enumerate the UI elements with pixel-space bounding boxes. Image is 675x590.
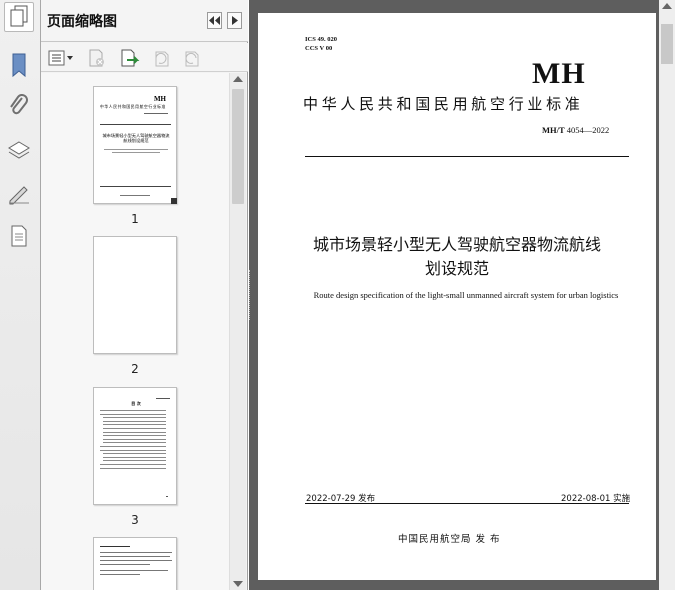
ccs-code: CCS V 00 [305, 45, 333, 52]
content-document-icon[interactable] [4, 221, 34, 251]
rotate-ccw-icon [155, 51, 169, 67]
code-prefix: MH/T [542, 125, 565, 135]
insert-page-button[interactable] [118, 47, 142, 69]
thumb-text-line [100, 546, 130, 547]
panel-header: 页面缩略图 [41, 0, 248, 42]
document-page: ICS 49. 020 CCS V 00 MH 中华人民共和国民用航空行业标准 … [258, 13, 656, 580]
options-list-icon [48, 50, 73, 66]
rotate-left-button[interactable] [149, 47, 173, 69]
thumb-toc-line [100, 410, 166, 411]
mh-logo: MH [532, 57, 586, 90]
header-rule [305, 156, 629, 157]
document-scrollbar[interactable] [659, 0, 675, 590]
attachment-paperclip-icon[interactable] [4, 92, 34, 122]
expand-panel-button[interactable] [227, 12, 242, 29]
thumb-toc-line [103, 431, 166, 433]
scroll-down-arrow-icon[interactable] [233, 581, 243, 587]
code-number: 4054—2022 [566, 125, 610, 135]
thumb-title: 城市场景轻小型无人驾驶航空器物流航线划设规范 [102, 133, 170, 143]
double-chevron-left-icon [209, 16, 220, 25]
thumbnail-toolbar [41, 43, 248, 72]
chevron-right-icon [232, 16, 238, 25]
thumb-logo: MH [153, 95, 166, 103]
ics-code: ICS 49. 020 [305, 36, 337, 43]
bookmark-icon[interactable] [4, 50, 34, 80]
thumb-toc-line [103, 428, 166, 429]
thumbnail-page-number: 1 [131, 212, 139, 226]
collapse-panel-button[interactable] [207, 12, 222, 29]
scroll-up-arrow-icon[interactable] [233, 76, 243, 82]
thumb-rule [100, 124, 171, 125]
thumb-toc-line [103, 420, 166, 422]
thumb-toc-line [103, 442, 166, 444]
document-title-cn: 城市场景轻小型无人驾驶航空器物流航线 划设规范 [298, 233, 616, 281]
classification-codes: ICS 49. 020 CCS V 00 [305, 35, 337, 53]
thumb-toc-line [103, 438, 166, 440]
layers-icon[interactable] [4, 136, 34, 166]
document-view: ICS 49. 020 CCS V 00 MH 中华人民共和国民用航空行业标准 … [249, 0, 675, 590]
scrollbar-thumb[interactable] [661, 24, 673, 64]
thumb-toc-line [103, 435, 166, 437]
thumb-text-line [100, 564, 150, 565]
thumb-standard-line: 中华人民共和国民用航空行业标准 [100, 104, 166, 109]
delete-page-button[interactable] [85, 47, 109, 69]
thumb-toc-heading: 目 次 [131, 401, 141, 406]
thumbnail-panel: 页面缩略图 MH 中华人民共和国民用航空行业标准 城市场景轻小型无人驾驶航空器物… [41, 0, 248, 590]
thumb-text-line [100, 560, 172, 561]
page-thumbnail-3[interactable]: 目 次 [93, 387, 177, 505]
thumb-toc-line [100, 467, 166, 469]
rotate-cw-icon [185, 51, 199, 67]
title-cn-line-2: 划设规范 [424, 259, 489, 278]
thumb-toc-line [100, 449, 166, 451]
insert-page-icon [121, 49, 140, 67]
thumb-en-line [112, 152, 160, 153]
page-thumbnail-2[interactable] [93, 236, 177, 354]
thumb-code-mark [144, 113, 168, 114]
rotate-right-button[interactable] [179, 47, 203, 69]
navigation-rail [0, 0, 41, 590]
thumb-page-mark [166, 496, 168, 497]
document-title-en: Route design specification of the light-… [313, 290, 619, 300]
thumb-toc-line [100, 464, 166, 465]
thumbnail-scrollbar[interactable] [229, 73, 246, 590]
thumb-rule [100, 186, 171, 187]
scrollbar-thumb[interactable] [232, 89, 244, 204]
thumb-text-line [100, 574, 140, 575]
thumb-issuer-line [120, 195, 150, 196]
thumb-toc-line [100, 446, 166, 447]
thumbnail-page-number: 3 [131, 513, 139, 527]
panel-splitter-handle[interactable] [249, 270, 252, 320]
thumb-toc-line [103, 456, 166, 458]
title-cn-line-1: 城市场景轻小型无人驾驶航空器物流航线 [312, 235, 601, 254]
scroll-up-arrow-icon[interactable] [662, 3, 672, 9]
issuing-authority: 中国民用航空局 发 布 [398, 534, 501, 545]
delete-page-icon [89, 49, 104, 67]
thumb-corner-mark [171, 198, 177, 204]
thumb-toc-line [103, 424, 166, 426]
thumb-toc-line [100, 413, 166, 415]
thumb-toc-line [103, 453, 166, 455]
thumb-text-line [100, 556, 170, 557]
page-thumbnails-icon[interactable] [4, 2, 34, 32]
thumb-text-line [100, 552, 172, 553]
page-thumbnail-4[interactable] [93, 537, 177, 590]
thumbnail-list: MH 中华人民共和国民用航空行业标准 城市场景轻小型无人驾驶航空器物流航线划设规… [41, 73, 229, 590]
pdf-reader-window: 页面缩略图 MH 中华人民共和国民用航空行业标准 城市场景轻小型无人驾驶航空器物… [0, 0, 675, 590]
thumb-toc-line [103, 417, 166, 419]
thumb-header-mark [156, 398, 170, 399]
footer-rule [305, 503, 629, 504]
thumb-en-line [104, 149, 168, 150]
standard-category-line: 中华人民共和国民用航空行业标准 [303, 95, 584, 113]
thumb-text-line [100, 570, 168, 571]
page-thumbnail-1[interactable]: MH 中华人民共和国民用航空行业标准 城市场景轻小型无人驾驶航空器物流航线划设规… [93, 86, 177, 204]
thumb-toc-line [103, 460, 166, 462]
options-menu-button[interactable] [47, 47, 75, 69]
signature-icon[interactable] [4, 178, 34, 208]
thumbnail-page-number: 2 [131, 362, 139, 376]
standard-code: MH/T 4054—2022 [542, 125, 609, 135]
panel-title: 页面缩略图 [47, 14, 117, 30]
